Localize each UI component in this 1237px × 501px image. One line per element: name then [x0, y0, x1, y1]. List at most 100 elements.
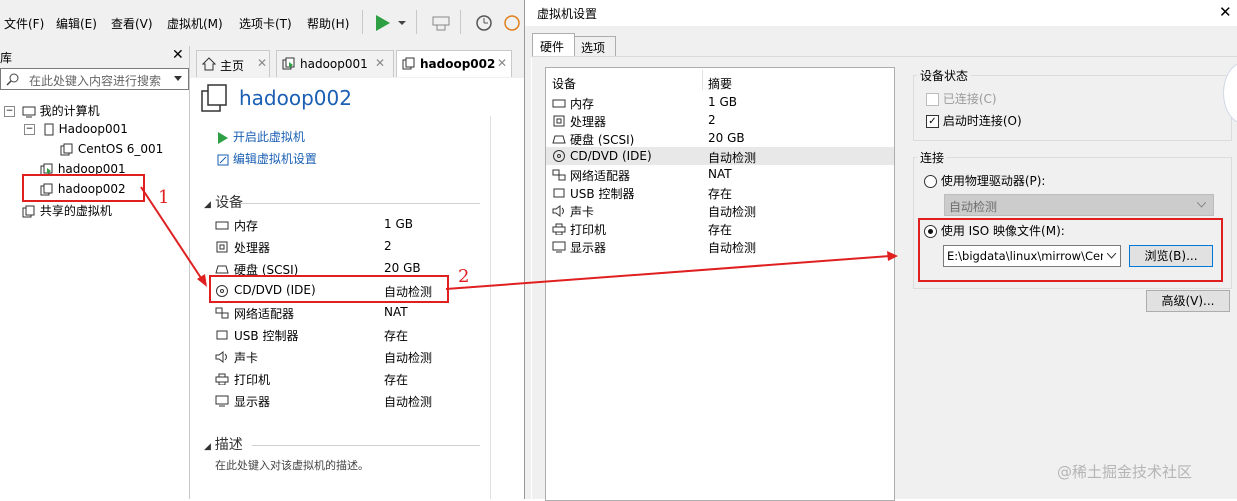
close-icon[interactable]: ✕ [257, 56, 267, 70]
snapshot-icon[interactable] [473, 12, 495, 34]
tab-label: hadoop001 [300, 57, 368, 71]
search-placeholder: 在此处键入内容进行搜索 [29, 74, 162, 88]
close-icon[interactable]: ✕ [375, 56, 385, 70]
tab-hadoop001[interactable]: hadoop001 ✕ [276, 50, 394, 77]
network-icon [552, 169, 566, 181]
connect-on-power-checkbox[interactable]: ✓ 启动时连接(O) [926, 112, 1022, 129]
library-panel: 库 ✕ 在此处键入内容进行搜索 − 我的计算机 − Hadoop001 Cent… [0, 46, 190, 499]
cpu-icon [553, 115, 565, 127]
vm-icon [60, 143, 73, 155]
description-header[interactable]: ◢ 描述 [204, 434, 243, 454]
power-on-link[interactable]: 开启此虚拟机 [217, 128, 305, 145]
tab-label: hadoop002 [420, 57, 496, 71]
annotation-number-2: 2 [458, 266, 470, 287]
group-title: 连接 [917, 149, 948, 166]
annotation-box-1 [22, 174, 145, 202]
menu-vm[interactable]: 虚拟机(M) [167, 15, 223, 32]
physical-drive-select[interactable]: 自动检测 [944, 194, 1214, 216]
network-icon [215, 307, 229, 319]
tab-hadoop002[interactable]: hadoop002 ✕ [396, 50, 512, 77]
library-title: 库 [0, 51, 13, 65]
close-icon[interactable]: ✕ [1219, 3, 1232, 21]
tree-item-hadoop001-folder[interactable]: − Hadoop001 [24, 122, 128, 137]
dialog-title: 虚拟机设置 [537, 7, 598, 21]
revert-snapshot-icon[interactable] [500, 12, 520, 34]
vm-title: hadoop002 [239, 86, 352, 110]
computer-icon [22, 106, 36, 117]
physical-drive-radio[interactable]: 使用物理驱动器(P): [924, 172, 1045, 189]
collapse-arrow-icon: ◢ [204, 442, 211, 452]
printer-icon [552, 223, 566, 235]
tree-label: CentOS 6_001 [77, 142, 164, 156]
collapse-icon[interactable]: − [4, 106, 15, 117]
tab-home[interactable]: 主页 ✕ [196, 50, 270, 77]
action-label: 编辑虚拟机设置 [232, 152, 317, 166]
chevron-down-icon [1197, 202, 1206, 208]
list-header-device: 设备 [552, 77, 577, 91]
sound-icon [215, 351, 227, 363]
action-label: 开启此虚拟机 [232, 130, 305, 144]
display-icon [552, 241, 566, 253]
edit-settings-link[interactable]: 编辑虚拟机设置 [217, 150, 317, 167]
menu-view[interactable]: 查看(V) [111, 15, 153, 32]
edit-settings-icon [217, 154, 229, 165]
shared-vm-icon [22, 205, 35, 217]
tree-item-centos[interactable]: CentOS 6_001 [60, 142, 163, 157]
tree-item-shared-vms[interactable]: 共享的虚拟机 [22, 202, 112, 219]
tab-options[interactable]: 选项 [574, 36, 616, 57]
menu-bar: 文件(F) 编辑(E) 查看(V) 虚拟机(M) 选项卡(T) 帮助(H) [0, 0, 524, 47]
tree-label: 共享的虚拟机 [39, 204, 112, 218]
tab-label: 主页 [220, 59, 245, 73]
main-panel: 主页 ✕ hadoop001 ✕ hadoop002 ✕ hadoop002 开… [190, 46, 524, 499]
usb-icon [216, 330, 228, 340]
display-icon [215, 395, 229, 407]
devices-header[interactable]: ◢ 设备 [204, 192, 243, 212]
dialog-titlebar: 虚拟机设置 ✕ [525, 0, 1237, 26]
chevron-down-icon[interactable] [174, 76, 182, 82]
play-icon [218, 131, 228, 144]
group-title: 设备状态 [917, 67, 972, 84]
memory-icon [552, 99, 566, 108]
vm-icon [44, 123, 54, 135]
tree-item-my-computer[interactable]: − 我的计算机 [4, 102, 100, 119]
tab-hardware[interactable]: 硬件 [532, 33, 575, 58]
chevron-down-icon[interactable] [396, 12, 408, 34]
device-list: 设备 摘要 内存 1 GB 处理器 2 硬盘 (SCSI) 20 GB CD/D… [545, 67, 895, 501]
list-row-cd-dvd[interactable]: CD/DVD (IDE) 自动检测 [546, 147, 894, 165]
watermark: @稀土掘金技术社区 [1057, 463, 1193, 481]
device-status-group: 设备状态 已连接(C) ✓ 启动时连接(O) [913, 67, 1232, 141]
check-icon: ✓ [926, 115, 939, 128]
advanced-button[interactable]: 高级(V)... [1146, 290, 1230, 312]
collapse-arrow-icon: ◢ [204, 200, 211, 210]
tree-label: Hadoop001 [58, 122, 128, 136]
connected-checkbox[interactable]: 已连接(C) [926, 90, 997, 107]
cd-icon [553, 150, 565, 162]
send-keys-icon[interactable] [430, 12, 452, 34]
disk-icon [215, 265, 229, 274]
disk-icon [552, 135, 566, 144]
menu-tabs[interactable]: 选项卡(T) [239, 15, 292, 32]
vm-settings-dialog: 虚拟机设置 ✕ 硬件 选项 设备 摘要 内存 1 GB 处理器 2 硬盘 (SC… [524, 0, 1237, 501]
search-icon [6, 73, 19, 86]
printer-icon [215, 373, 229, 385]
library-header: 库 ✕ [0, 46, 189, 69]
menu-file[interactable]: 文件(F) [4, 15, 44, 32]
library-search-input[interactable]: 在此处键入内容进行搜索 [0, 68, 189, 90]
menu-edit[interactable]: 编辑(E) [56, 15, 97, 32]
annotation-box-2 [209, 275, 449, 303]
close-icon[interactable]: ✕ [497, 56, 507, 70]
list-header-summary: 摘要 [708, 77, 733, 91]
radio-icon [924, 175, 937, 188]
checkbox-box [926, 93, 939, 106]
power-on-icon[interactable] [372, 12, 394, 34]
home-icon [202, 57, 216, 71]
vm-running-icon [282, 57, 295, 70]
annotation-box-3 [918, 218, 1223, 282]
close-icon[interactable]: ✕ [172, 47, 184, 63]
description-input[interactable]: 在此处键入对该虚拟机的描述。 [215, 457, 369, 473]
memory-icon [215, 221, 229, 230]
collapse-icon[interactable]: − [24, 124, 35, 135]
menu-help[interactable]: 帮助(H) [307, 15, 349, 32]
vm-icon [402, 57, 415, 70]
sound-icon [552, 205, 564, 217]
